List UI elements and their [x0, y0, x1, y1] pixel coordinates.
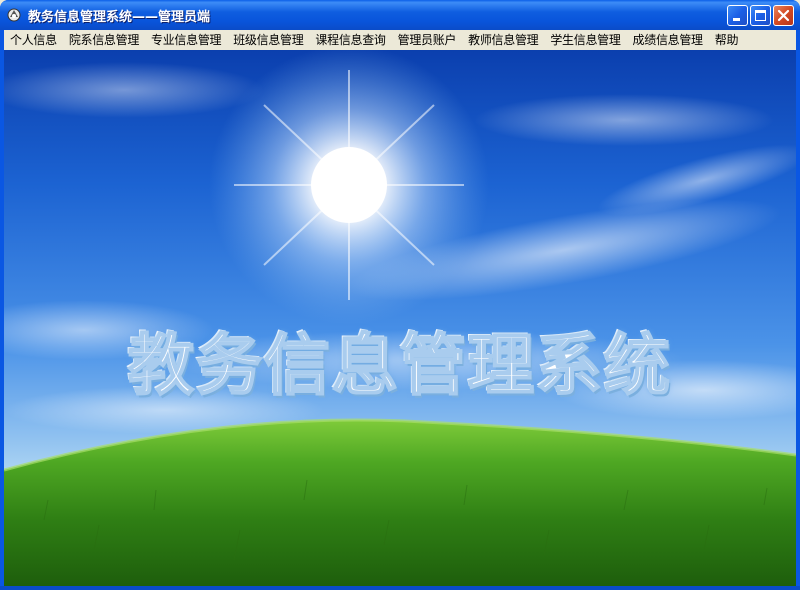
window-title: 教务信息管理系统——管理员端	[28, 10, 211, 25]
menu-help[interactable]: 帮助	[709, 30, 744, 50]
app-icon[interactable]	[6, 7, 22, 23]
minimize-button[interactable]	[727, 5, 748, 26]
window-frame-bottom	[0, 586, 800, 590]
close-button[interactable]	[773, 5, 794, 26]
menu-personal-info[interactable]: 个人信息	[4, 30, 63, 50]
close-icon	[777, 9, 790, 22]
menu-student-management[interactable]: 学生信息管理	[544, 30, 626, 50]
main-background-image: 教务信息管理系统	[4, 50, 796, 586]
maximize-icon	[755, 10, 766, 21]
menu-admin-account[interactable]: 管理员账户	[392, 30, 463, 50]
menu-grade-management[interactable]: 成绩信息管理	[627, 30, 709, 50]
menu-bar: 个人信息 院系信息管理 专业信息管理 班级信息管理 课程信息查询 管理员账户 教…	[4, 30, 796, 50]
menu-class-management[interactable]: 班级信息管理	[227, 30, 309, 50]
menu-teacher-management[interactable]: 教师信息管理	[462, 30, 544, 50]
system-banner-title: 教务信息管理系统	[127, 326, 672, 405]
maximize-button[interactable]	[750, 5, 771, 26]
menu-major-management[interactable]: 专业信息管理	[145, 30, 227, 50]
minimize-icon	[733, 18, 740, 21]
title-bar[interactable]: 教务信息管理系统——管理员端	[0, 0, 800, 30]
menu-department-management[interactable]: 院系信息管理	[63, 30, 145, 50]
menu-course-query[interactable]: 课程信息查询	[309, 30, 391, 50]
application-window: 教务信息管理系统——管理员端 个人信息 院系信息管理 专业信息管理 班级信息管理…	[0, 0, 800, 590]
